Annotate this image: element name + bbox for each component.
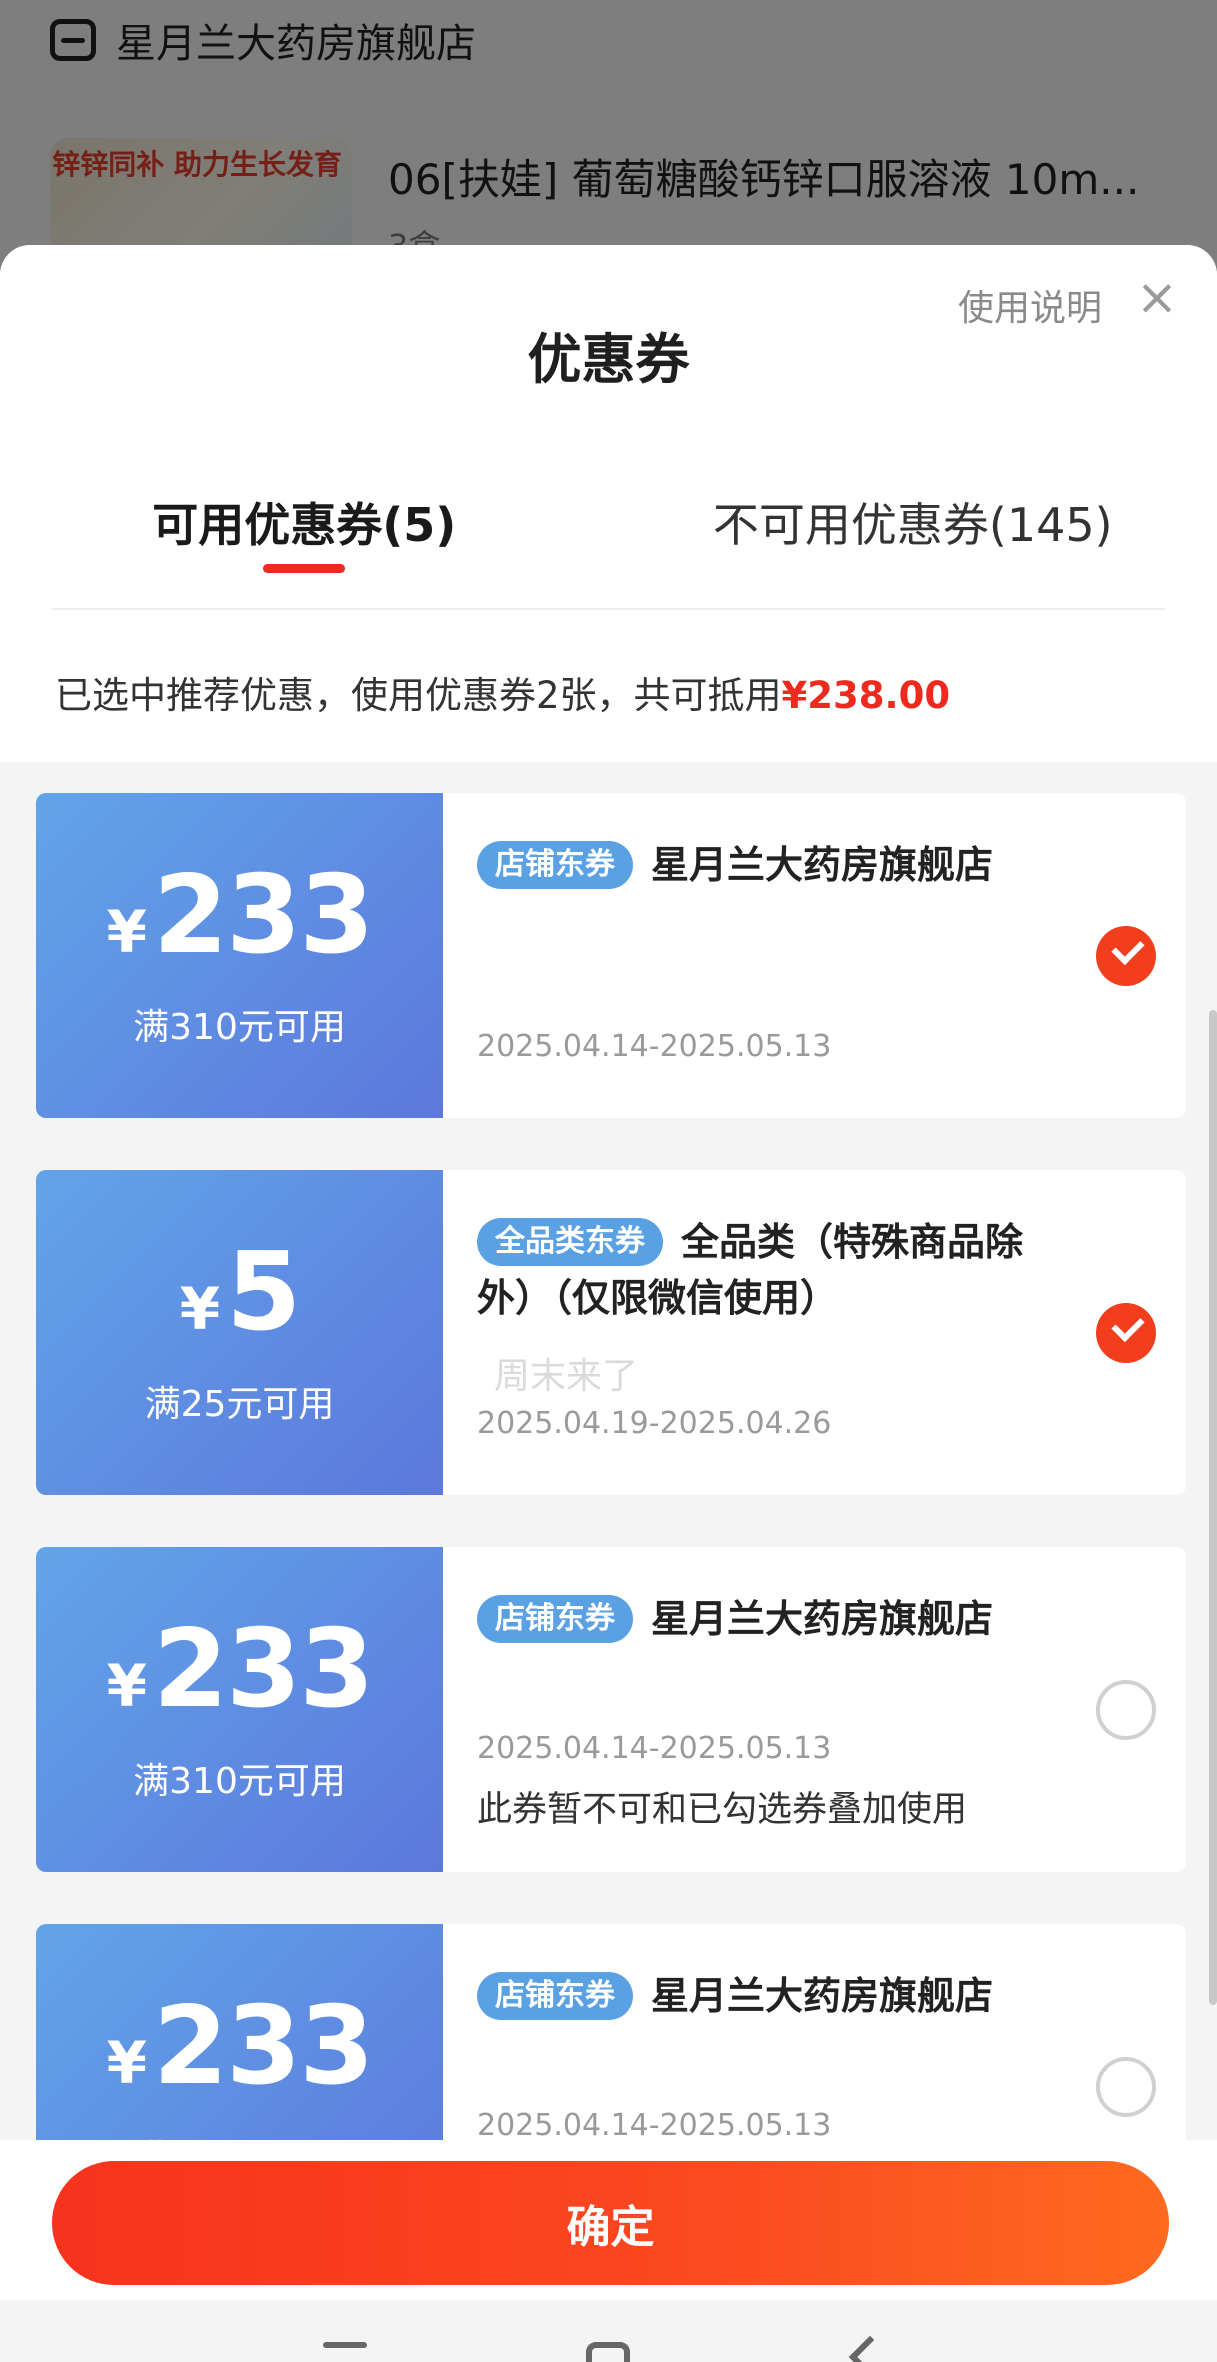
coupon-amount: 5 [226,1229,301,1355]
coupon-type-badge: 店铺东券 [477,841,633,889]
discount-summary: 已选中推荐优惠，使用优惠券2张，共可抵用¥238.00 [55,665,950,719]
sheet-header: 使用说明 × 优惠券 可用优惠券(5) 不可用优惠券(145) 已选中推荐优惠，… [0,245,1217,762]
close-icon[interactable]: × [1133,272,1181,322]
home-icon[interactable] [586,2342,630,2362]
coupon-sheet: 使用说明 × 优惠券 可用优惠券(5) 不可用优惠券(145) 已选中推荐优惠，… [0,245,1217,2362]
coupon-threshold: 满310元可用 [133,1760,346,1802]
currency-symbol: ¥ [106,2028,147,2097]
coupon-price: ¥ 5 [179,1229,302,1355]
coupon-value-panel: ¥ 5 满25元可用 [36,1170,443,1495]
tab-label: 可用优惠券(5) [152,498,457,552]
coupon-price: ¥ 233 [106,1606,375,1732]
tab-unavailable-coupons[interactable]: 不可用优惠券(145) [609,489,1217,599]
check-circle-icon[interactable] [1096,1680,1156,1740]
summary-amount: ¥238.00 [781,674,951,717]
back-icon[interactable] [848,2335,892,2362]
menu-icon[interactable] [323,2342,367,2348]
check-circle-icon[interactable] [1096,926,1156,986]
currency-symbol: ¥ [106,1651,147,1720]
tab-label: 不可用优惠券(145) [712,498,1113,552]
summary-text: 已选中推荐优惠，使用优惠券2张，共可抵用 [55,674,782,717]
coupon-title: 星月兰大药房旗舰店 [651,1974,994,2018]
coupon-stacking-note: 此券暂不可和已勾选券叠加使用 [477,1790,968,1830]
coupon-card[interactable]: ¥ 233 满310元可用 店铺东券星月兰大药房旗舰店 2025.04.14-2… [36,793,1186,1118]
coupon-validity-date: 2025.04.14-2025.05.13 [477,1731,832,1766]
coupon-title: 星月兰大药房旗舰店 [651,1597,994,1641]
coupon-price: ¥ 233 [106,852,375,978]
coupon-threshold: 满310元可用 [133,1006,346,1048]
coupon-validity-date: 2025.04.14-2025.05.13 [477,2108,832,2143]
coupon-details: 店铺东券 星月兰大药房旗舰店 2025.04.14-2025.05.13 [443,793,1186,1118]
scrollbar[interactable] [1209,1010,1217,2005]
check-circle-icon[interactable] [1096,1303,1156,1363]
coupon-title-line: 店铺东券 星月兰大药房旗舰店 [477,1591,1077,1647]
check-circle-icon[interactable] [1096,2057,1156,2117]
coupon-validity-date: 2025.04.14-2025.05.13 [477,1029,832,1064]
divider [52,608,1165,610]
coupon-title-line: 全品类东券 全品类（特殊商品除外）（仅限微信使用） [477,1214,1077,1326]
coupon-type-badge: 店铺东券 [477,1595,633,1643]
coupon-type-badge: 店铺东券 [477,1972,633,2020]
coupon-tabs: 可用优惠券(5) 不可用优惠券(145) [0,489,1217,599]
coupon-title: 星月兰大药房旗舰店 [651,843,994,887]
system-nav-bar [0,2300,1217,2362]
active-tab-indicator [263,564,346,573]
confirm-button[interactable]: 确定 [52,2161,1169,2285]
coupon-validity-date: 2025.04.19-2025.04.26 [477,1406,832,1441]
coupon-price: ¥ 233 [106,1983,375,2109]
coupon-amount: 233 [152,1606,374,1732]
sheet-title: 优惠券 [527,328,690,391]
coupon-amount: 233 [152,1983,374,2109]
coupon-threshold: 满25元可用 [144,1383,335,1425]
sheet-footer: 确定 [0,2140,1217,2300]
coupon-list[interactable]: ¥ 233 满310元可用 店铺东券 星月兰大药房旗舰店 2025.04.14-2… [0,793,1217,2185]
coupon-value-panel: ¥ 233 满310元可用 [36,1547,443,1872]
currency-symbol: ¥ [106,897,147,966]
coupon-card[interactable]: ¥ 233 满310元可用 店铺东券星月兰大药房旗舰店 2025.04.14-2… [36,1547,1186,1872]
coupon-title-line: 店铺东券 星月兰大药房旗舰店 [477,1968,1077,2024]
currency-symbol: ¥ [179,1274,221,1343]
tab-available-coupons[interactable]: 可用优惠券(5) [0,489,609,599]
coupon-type-badge: 全品类东券 [477,1218,663,1266]
coupon-value-panel: ¥ 233 满310元可用 [36,793,443,1118]
coupon-details: 全品类东券 全品类（特殊商品除外）（仅限微信使用） 2025.04.19-2025… [443,1170,1186,1495]
coupon-card[interactable]: ¥ 5 满25元可用 全品类东券 全品类（特殊商品除外）（仅限微信使用） 2025… [36,1170,1186,1495]
coupon-details: 店铺东券 星月兰大药房旗舰店 2025.04.14-2025.05.13 此券暂不… [443,1547,1186,1872]
coupon-amount: 233 [152,852,374,978]
coupon-title-line: 店铺东券 星月兰大药房旗舰店 [477,837,1077,893]
